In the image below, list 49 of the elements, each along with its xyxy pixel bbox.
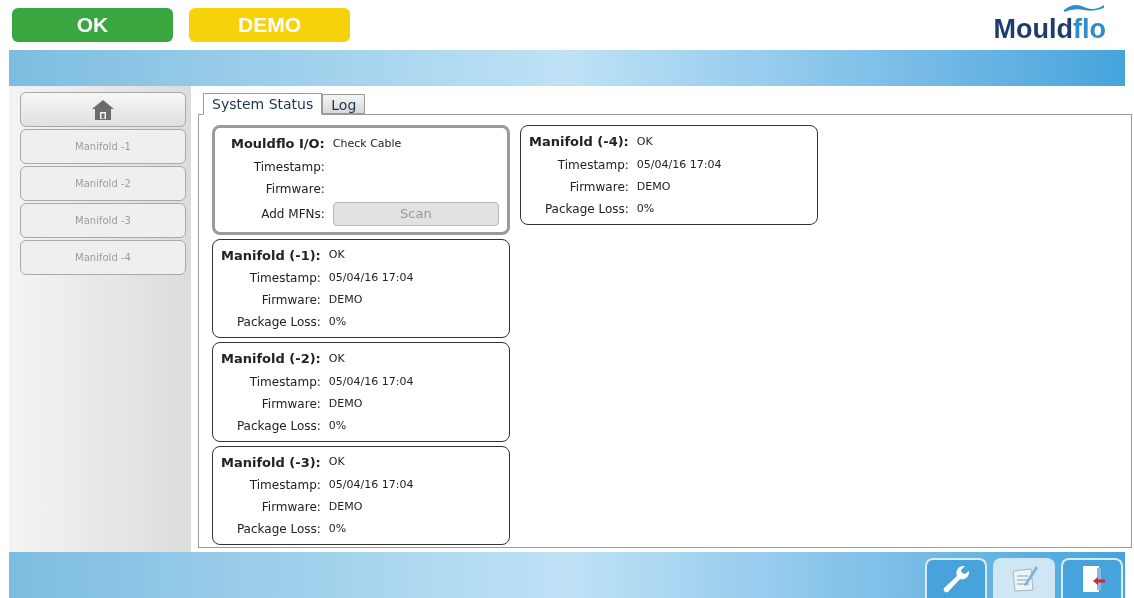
field-value: 05/04/16 17:04 xyxy=(328,270,415,286)
tab[interactable]: System Status xyxy=(203,93,323,115)
field-label: Firmware: xyxy=(260,292,321,309)
status-value: OK xyxy=(636,133,654,150)
field-value: 05/04/16 17:04 xyxy=(636,156,723,173)
field-label: Timestamp: xyxy=(556,156,629,174)
toolbar-button[interactable] xyxy=(993,558,1055,598)
status-badge: OK xyxy=(12,8,173,42)
field-label: Package Loss: xyxy=(235,417,321,435)
toolbar-button[interactable] xyxy=(925,558,987,598)
status-value: OK xyxy=(328,247,346,263)
field-label: Package Loss: xyxy=(543,200,629,218)
card-title: Manifold (-3): xyxy=(221,453,321,472)
notes-icon xyxy=(1009,563,1039,593)
field-label: Timestamp: xyxy=(252,158,325,176)
field-value: 0% xyxy=(328,417,348,434)
home-button[interactable] xyxy=(20,92,186,127)
status-value: OK xyxy=(328,454,346,470)
card-title: Manifold (-1): xyxy=(221,246,321,265)
field-value: 0% xyxy=(328,314,348,330)
field-label: Firmware: xyxy=(568,178,629,196)
card-title: Mouldflo I/O: xyxy=(230,135,325,153)
field-value: DEMO xyxy=(328,292,364,308)
wrench-icon xyxy=(941,564,971,594)
field-value: DEMO xyxy=(328,499,364,515)
field-value: 0% xyxy=(636,200,656,217)
field-value: 05/04/16 17:04 xyxy=(328,477,415,493)
status-badge: DEMO xyxy=(189,8,350,42)
home-icon xyxy=(91,98,115,121)
logo: Mouldflo xyxy=(993,7,1106,43)
status-value: Check Cable xyxy=(332,135,403,152)
field-label: Add MFNs: xyxy=(260,205,325,223)
field-label: Timestamp: xyxy=(248,270,321,287)
card-title: Manifold (-2): xyxy=(221,350,321,368)
status-value: OK xyxy=(328,350,346,367)
field-value: DEMO xyxy=(328,395,364,412)
field-label: Package Loss: xyxy=(235,521,321,538)
field-label: Firmware: xyxy=(260,395,321,413)
field-value: 0% xyxy=(328,521,348,537)
field-label: Timestamp: xyxy=(248,373,321,391)
field-label: Timestamp: xyxy=(248,477,321,494)
field-value: DEMO xyxy=(636,178,672,195)
card-title: Manifold (-4): xyxy=(529,133,629,151)
field-value: 05/04/16 17:04 xyxy=(328,373,415,390)
toolbar-button[interactable] xyxy=(1061,558,1123,598)
field-label: Package Loss: xyxy=(235,314,321,331)
tab[interactable]: Log xyxy=(322,94,366,114)
field-label: Firmware: xyxy=(264,180,325,198)
field-label: Firmware: xyxy=(260,499,321,516)
